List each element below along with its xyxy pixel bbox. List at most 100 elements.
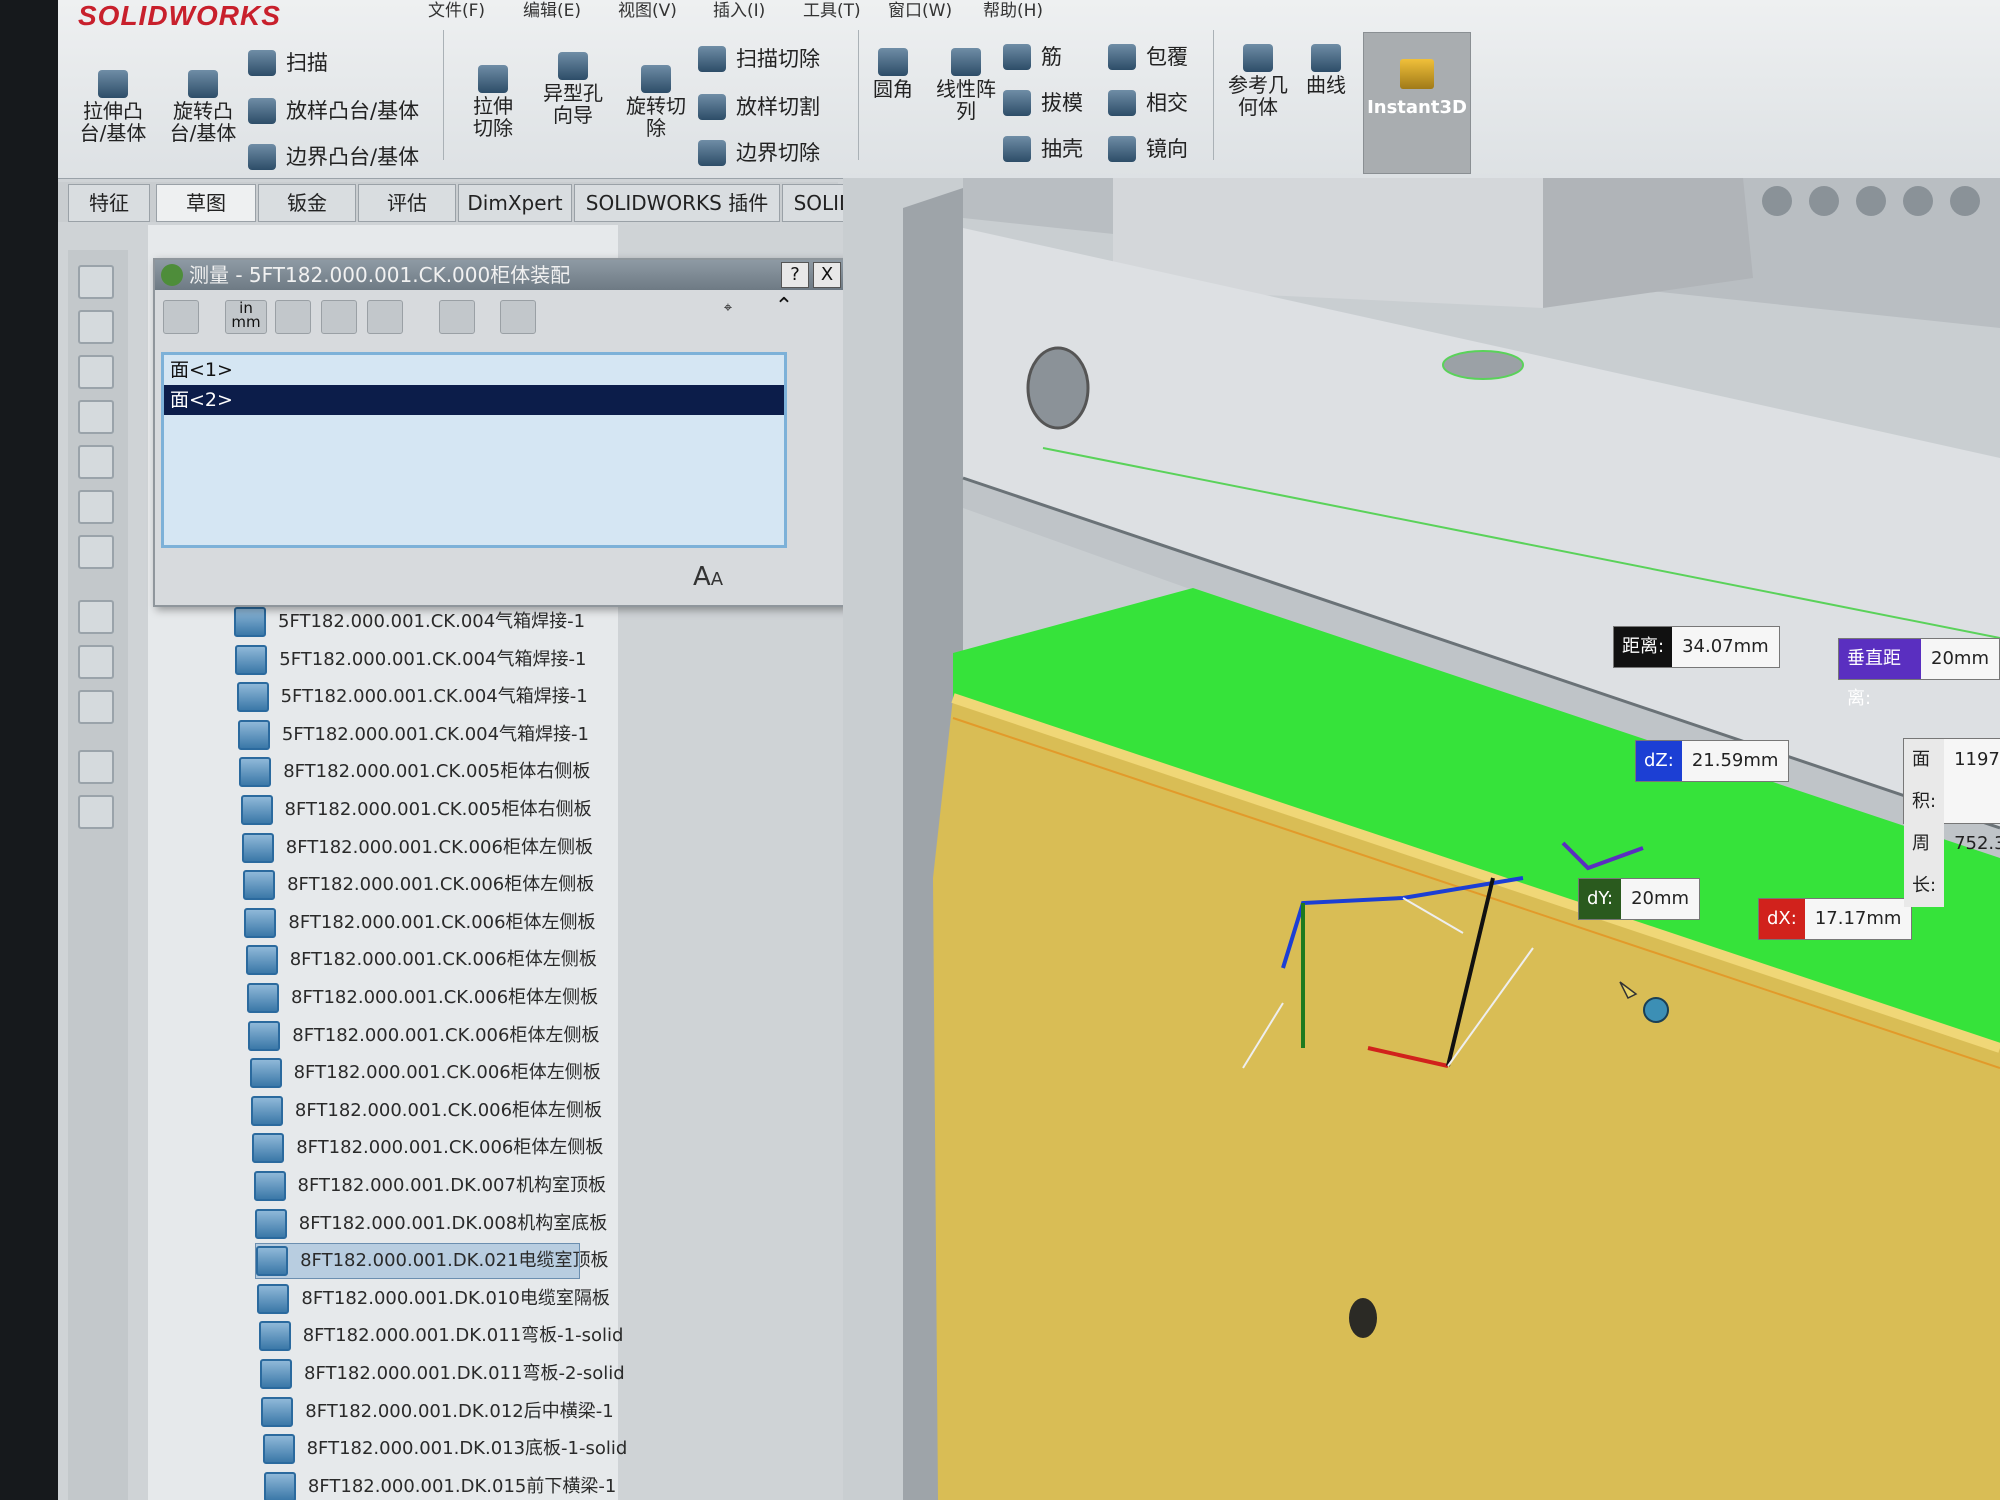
tree-item[interactable]: 8FT182.000.001.CK.006柜体左侧板: [247, 981, 598, 1015]
font-size-icon[interactable]: AA: [693, 562, 723, 592]
revolve-boss-button[interactable]: 旋转凸台/基体: [163, 70, 243, 144]
tree-item-label: 8FT182.000.001.DK.008机构室底板: [298, 1212, 608, 1234]
tree-item[interactable]: 8FT182.000.001.DK.010电缆室隔板: [257, 1282, 610, 1316]
normal-distance-callout: 垂直距离: 20mm: [1838, 638, 2000, 709]
tab-dimxpert[interactable]: DimXpert: [458, 184, 572, 222]
menu-help[interactable]: 帮助(H): [983, 0, 1043, 21]
part-icon: [260, 1359, 292, 1389]
hole-wizard-button[interactable]: 异型孔向导: [533, 52, 613, 126]
extrude-boss-button[interactable]: 拉伸凸台/基体: [73, 70, 153, 144]
intersect-button[interactable]: 相交: [1108, 88, 1188, 118]
intersect-icon: [1108, 90, 1136, 116]
help-button[interactable]: ?: [781, 262, 809, 288]
menu-edit[interactable]: 编辑(E): [523, 0, 581, 21]
tab-solidworks-addins[interactable]: SOLIDWORKS 插件: [574, 184, 780, 222]
projection-icon[interactable]: [367, 300, 403, 334]
menu-window[interactable]: 窗口(W): [888, 0, 952, 21]
tree-item[interactable]: 8FT182.000.001.CK.006柜体左侧板: [249, 1056, 601, 1090]
tab-features[interactable]: 特征: [68, 184, 150, 222]
units-button[interactable]: in mm: [225, 300, 267, 334]
extrude-cut-button[interactable]: 拉伸切除: [453, 65, 533, 139]
copy-icon[interactable]: [78, 750, 114, 784]
tree-item[interactable]: 8FT182.000.001.CK.006柜体左侧板: [250, 1094, 602, 1128]
rib-button[interactable]: 筋: [1003, 42, 1062, 72]
curves-button[interactable]: 曲线: [1296, 44, 1356, 96]
menu-file[interactable]: 文件(F): [428, 0, 485, 21]
tree-item[interactable]: 5FT182.000.001.CK.004气箱焊接-1: [235, 643, 586, 677]
tree-item[interactable]: 5FT182.000.001.CK.004气箱焊接-1: [234, 605, 585, 639]
tree-item[interactable]: 8FT182.000.001.DK.012后中横梁-1: [261, 1395, 614, 1429]
reference-geometry-button[interactable]: 参考几何体: [1218, 44, 1298, 118]
heads-up-view-toolbar: [1750, 186, 1980, 220]
zoom-area-icon[interactable]: [1808, 186, 1839, 216]
tree-item[interactable]: 8FT182.000.001.DK.011弯板-1-solid: [258, 1319, 623, 1353]
instant3d-button[interactable]: Instant3D: [1363, 32, 1471, 174]
tree-item[interactable]: 8FT182.000.001.DK.008机构室底板: [254, 1207, 607, 1241]
tab-sheet-metal[interactable]: 钣金: [258, 184, 356, 222]
arc-options-icon[interactable]: [163, 300, 199, 334]
swept-cut-button[interactable]: 扫描切除: [698, 44, 820, 74]
view-orientation-icon[interactable]: [1950, 186, 1980, 216]
loft-boss-button[interactable]: 放样凸台/基体: [248, 96, 419, 126]
tree-item[interactable]: 5FT182.000.001.CK.004气箱焊接-1: [237, 718, 589, 752]
tree-item[interactable]: 8FT182.000.001.DK.015前下横梁-1: [263, 1470, 616, 1500]
close-button[interactable]: X: [813, 262, 841, 288]
component-icon[interactable]: [78, 400, 114, 434]
graphics-viewport[interactable]: 距离: 34.07mm 垂直距离: 20mm dZ: 21.59mm dY: 2…: [843, 178, 2000, 1500]
measure-selection-list[interactable]: 面<1> 面<2>: [161, 352, 787, 548]
component-icon[interactable]: [78, 445, 114, 479]
component-icon[interactable]: [78, 310, 114, 344]
boundary-cut-button[interactable]: 边界切除: [698, 138, 820, 168]
component-icon[interactable]: [78, 535, 114, 569]
dz-callout: dZ: 21.59mm: [1635, 740, 1790, 782]
tree-item[interactable]: 8FT182.000.001.DK.011弯板-2-solid: [260, 1357, 625, 1391]
tree-item[interactable]: 8FT182.000.001.DK.021电缆室顶板: [255, 1243, 609, 1280]
revolve-cut-button[interactable]: 旋转切除: [616, 65, 696, 139]
fillet-button[interactable]: 圆角: [858, 48, 928, 100]
display-icon[interactable]: [78, 690, 114, 724]
tree-item[interactable]: 5FT182.000.001.CK.004气箱焊接-1: [236, 680, 588, 714]
tree-item[interactable]: 8FT182.000.001.CK.006柜体左侧板: [252, 1131, 603, 1165]
tab-sketch[interactable]: 草图: [156, 184, 256, 222]
menu-view[interactable]: 视图(V): [618, 0, 677, 21]
tree-item[interactable]: 8FT182.000.001.CK.006柜体左侧板: [244, 906, 596, 940]
draft-button[interactable]: 拔模: [1003, 88, 1083, 118]
zoom-fit-icon[interactable]: [1761, 186, 1792, 216]
wrap-button[interactable]: 包覆: [1108, 42, 1188, 72]
tab-evaluate[interactable]: 评估: [358, 184, 456, 222]
tree-item[interactable]: 8FT182.000.001.CK.005柜体右侧板: [239, 755, 590, 789]
previous-view-icon[interactable]: [1855, 186, 1886, 216]
part-icon: [262, 1434, 295, 1465]
section-view-icon[interactable]: [1902, 186, 1933, 216]
selection-face-1[interactable]: 面<1>: [164, 355, 784, 385]
tree-item[interactable]: 8FT182.000.001.DK.013底板-1-solid: [262, 1432, 627, 1466]
shell-button[interactable]: 抽壳: [1003, 134, 1083, 164]
tree-item[interactable]: 8FT182.000.001.DK.007机构室顶板: [253, 1169, 606, 1203]
tree-item[interactable]: 8FT182.000.001.CK.005柜体右侧板: [240, 793, 592, 827]
history-icon[interactable]: [439, 300, 475, 334]
lofted-cut-button[interactable]: 放样切割: [698, 92, 820, 122]
xyz-icon[interactable]: [275, 300, 311, 334]
assembly-icon[interactable]: [78, 265, 114, 299]
component-icon[interactable]: [78, 355, 114, 389]
point-to-point-icon[interactable]: [321, 300, 357, 334]
menu-insert[interactable]: 插入(I): [713, 0, 765, 21]
boundary-boss-button[interactable]: 边界凸台/基体: [248, 142, 419, 172]
pin-icon[interactable]: ⌖: [711, 300, 745, 332]
collapse-icon[interactable]: ⌃: [767, 296, 801, 332]
tree-item[interactable]: 8FT182.000.001.CK.006柜体左侧板: [245, 943, 597, 977]
selection-face-2[interactable]: 面<2>: [164, 385, 784, 415]
tree-item[interactable]: 8FT182.000.001.CK.006柜体左侧板: [248, 1019, 599, 1053]
select-icon[interactable]: [78, 600, 114, 634]
menu-tools[interactable]: 工具(T): [803, 0, 861, 21]
tree-item-label: 8FT182.000.001.CK.006柜体左侧板: [291, 987, 599, 1008]
mirror-button[interactable]: 镜向: [1108, 134, 1188, 164]
linear-pattern-button[interactable]: 线性阵列: [926, 48, 1006, 122]
tree-item[interactable]: 8FT182.000.001.CK.006柜体左侧板: [241, 831, 593, 865]
component-icon[interactable]: [78, 490, 114, 524]
edit-icon[interactable]: [78, 645, 114, 679]
copy-icon[interactable]: [78, 795, 114, 829]
tree-item[interactable]: 8FT182.000.001.CK.006柜体左侧板: [243, 868, 594, 902]
sensor-icon[interactable]: [500, 300, 536, 334]
sweep-button[interactable]: 扫描: [248, 48, 328, 78]
